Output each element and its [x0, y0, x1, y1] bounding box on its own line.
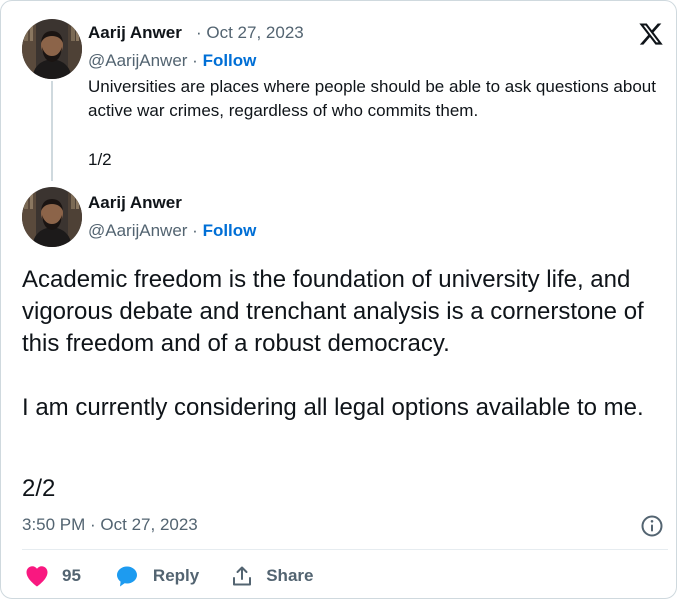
- author-name[interactable]: Aarij Anwer: [88, 23, 182, 43]
- like-count: 95: [62, 566, 81, 585]
- handle-row: @AarijAnwer · Follow: [88, 221, 256, 241]
- tweet-text: Universities are places where people sho…: [88, 77, 656, 120]
- action-bar: 95 Reply Share: [25, 563, 313, 589]
- tweet-embed-card: Aarij Anwer · Oct 27, 2023 @AarijAnwer ·…: [0, 0, 677, 599]
- author-handle[interactable]: @AarijAnwer: [88, 51, 187, 70]
- share-button[interactable]: Share: [231, 565, 313, 587]
- separator: ·: [187, 221, 203, 240]
- thread-connector-line: [51, 81, 53, 181]
- tweet-timestamp[interactable]: 3:50 PM · Oct 27, 2023: [22, 515, 198, 535]
- avatar-photo: [22, 187, 82, 247]
- share-label: Share: [266, 566, 314, 585]
- follow-button[interactable]: Follow: [203, 51, 257, 70]
- author-name[interactable]: Aarij Anwer: [88, 193, 182, 213]
- reply-label: Reply: [152, 566, 200, 585]
- speech-bubble-icon: [116, 566, 137, 587]
- info-icon[interactable]: [640, 514, 664, 538]
- share-upload-icon: [233, 566, 252, 586]
- x-logo-icon[interactable]: [638, 21, 664, 47]
- divider: [22, 549, 668, 550]
- thread-page-indicator: 1/2: [88, 150, 112, 169]
- author-handle[interactable]: @AarijAnwer: [88, 221, 187, 240]
- tweet-paragraph: I am currently considering all legal opt…: [22, 394, 644, 421]
- follow-button[interactable]: Follow: [203, 221, 257, 240]
- thread-page-indicator: 2/2: [22, 475, 56, 502]
- avatar[interactable]: [22, 19, 82, 79]
- tweet-date[interactable]: · Oct 27, 2023: [196, 23, 304, 43]
- reply-button[interactable]: Reply: [115, 564, 199, 588]
- avatar[interactable]: [22, 187, 82, 247]
- tweet-paragraph: Academic freedom is the foundation of un…: [22, 266, 644, 357]
- handle-row: @AarijAnwer · Follow: [88, 51, 256, 71]
- avatar-photo: [22, 19, 82, 79]
- heart-icon: [26, 566, 48, 587]
- separator: ·: [187, 51, 203, 70]
- like-button[interactable]: 95: [25, 565, 81, 587]
- main-tweet-text: Academic freedom is the foundation of un…: [22, 264, 672, 424]
